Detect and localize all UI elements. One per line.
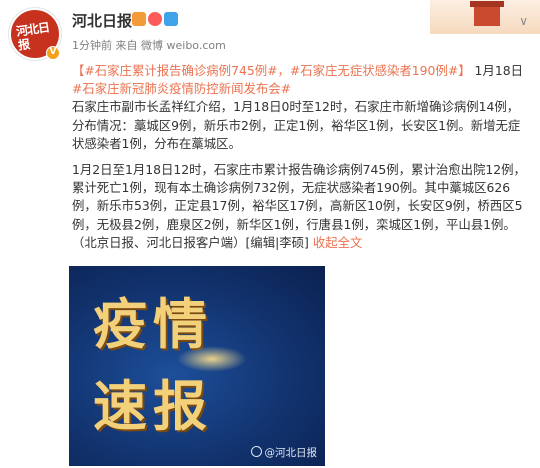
post-date: 1月18日	[474, 63, 523, 78]
post-source[interactable]: 微博 weibo.com	[141, 39, 226, 52]
weibo-post-card: ∨ 河北日报 V 河北日报 1分钟前 来自 微博 weibo.com 【#石家庄…	[0, 0, 540, 468]
tower-icon	[470, 1, 504, 26]
chevron-down-icon[interactable]: ∨	[519, 14, 528, 28]
post-meta: 1分钟前 来自 微博 weibo.com	[72, 37, 226, 53]
topic-link[interactable]: 【#石家庄累计报告确诊病例745例#，#石家庄无症状感染者190例#】	[72, 63, 471, 78]
verified-icon: V	[46, 46, 60, 60]
post-time[interactable]: 1分钟前	[72, 39, 112, 52]
post-paragraph: 1月2日至1月18日12时，石家庄市累计报告确诊病例745例，累计治愈出院12例…	[72, 162, 526, 232]
post-text: 【#石家庄累计报告确诊病例745例#，#石家庄无症状感染者190例#】 1月18…	[72, 62, 528, 252]
weibo-logo-icon	[250, 446, 262, 457]
watermark-text: @河北日报	[264, 447, 318, 459]
member-badge-icon[interactable]	[132, 12, 146, 26]
topic-link[interactable]: #石家庄新冠肺炎疫情防控新闻发布会#	[72, 81, 291, 96]
user-badges	[132, 12, 180, 26]
image-title-line2: 速报	[93, 375, 213, 438]
collapse-link[interactable]: 收起全文	[313, 235, 363, 250]
heart-badge-icon[interactable]	[148, 12, 162, 26]
author-name[interactable]: 河北日报	[72, 10, 132, 31]
post-credit: （北京日报、河北日报客户端）[编辑|李硕]	[72, 234, 309, 250]
post-image[interactable]: 疫情 速报 @河北日报	[69, 266, 325, 466]
image-watermark: @河北日报	[250, 445, 318, 460]
post-from-label: 来自	[115, 39, 138, 52]
vip-badge-icon[interactable]	[164, 12, 178, 26]
post-paragraph: 石家庄市副市长孟祥红介绍，1月18日0时至12时，石家庄市新增确诊病例14例，分…	[72, 99, 521, 151]
